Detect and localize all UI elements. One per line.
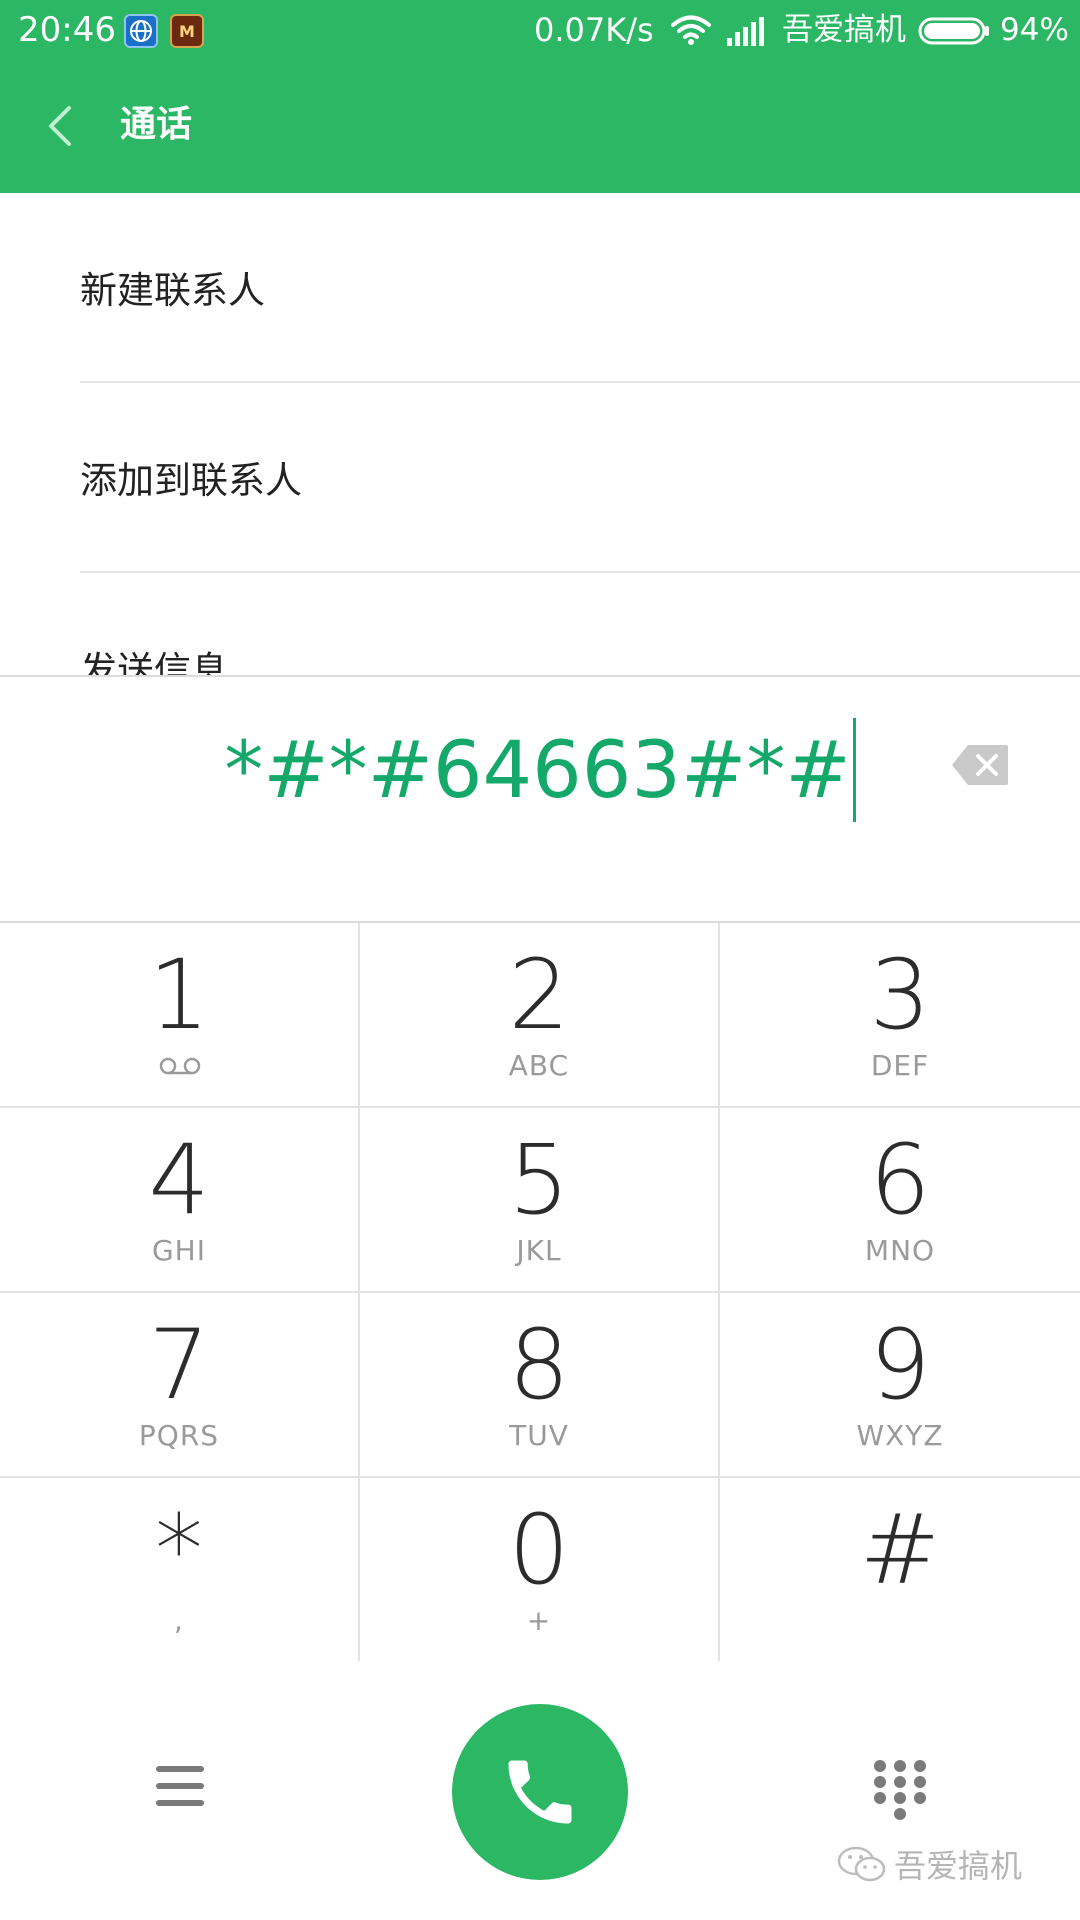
phone-icon (508, 1760, 572, 1824)
key-digit: 6 (869, 1124, 931, 1236)
key-letters: ABC (508, 1049, 570, 1082)
key-4[interactable]: 4 GHI (0, 1108, 360, 1293)
battery-icon (918, 17, 989, 45)
key-letters: WXYZ (856, 1419, 944, 1452)
dialpad-icon[interactable] (872, 1759, 928, 1821)
battery-percent: 94% (1000, 12, 1069, 48)
key-hash[interactable]: # (720, 1478, 1080, 1663)
key-6[interactable]: 6 MNO (720, 1108, 1080, 1293)
key-letters: GHI (151, 1234, 206, 1267)
key-letters: PQRS (138, 1419, 220, 1452)
text-cursor (852, 717, 856, 822)
call-button[interactable] (452, 1704, 628, 1880)
menu-icon[interactable] (154, 1763, 206, 1809)
bottom-bar: 吾爱搞机 (0, 1661, 1080, 1920)
option-new-contact[interactable]: 新建联系人 (80, 193, 1080, 381)
key-letters: DEF (870, 1049, 930, 1082)
status-bar: 20:46 M 0.07K/s 吾爱搞机 94% (0, 0, 1080, 60)
watermark: 吾爱搞机 (836, 1841, 1022, 1887)
carrier-name: 吾爱搞机 (782, 12, 906, 48)
keypad: 1 2 ABC 3 DEF 4 GHI 5 JKL 6 MNO 7 PQRS 8… (0, 921, 1080, 1663)
game-app-icon: M (170, 14, 204, 48)
key-digit: * (155, 1494, 203, 1606)
key-digit: 7 (148, 1309, 210, 1421)
page-title: 通话 (120, 104, 193, 145)
key-star[interactable]: * , (0, 1478, 360, 1663)
backspace-icon[interactable] (950, 743, 1010, 787)
key-letters: MNO (864, 1234, 936, 1267)
network-speed: 0.07K/s (534, 11, 654, 49)
key-digit: # (859, 1494, 941, 1606)
key-7[interactable]: 7 PQRS (0, 1293, 360, 1478)
signal-icon (727, 17, 764, 46)
key-digit: 3 (869, 939, 931, 1051)
key-5[interactable]: 5 JKL (360, 1108, 720, 1293)
wechat-icon (837, 1846, 886, 1882)
key-digit: 8 (508, 1309, 570, 1421)
key-digit: 2 (508, 939, 570, 1051)
key-0[interactable]: 0 + (360, 1478, 720, 1663)
options-list: 新建联系人 添加到联系人 发送信息 (0, 193, 1080, 675)
chevron-left-icon (49, 106, 71, 146)
key-8[interactable]: 8 TUV (360, 1293, 720, 1478)
watermark-text: 吾爱搞机 (894, 1847, 1023, 1885)
key-digit: 1 (148, 939, 210, 1051)
header: 20:46 M 0.07K/s 吾爱搞机 94% 通话 (0, 0, 1080, 193)
key-digit: 9 (869, 1309, 931, 1421)
dialed-number: *#*#64663#*# (224, 726, 851, 816)
key-letters: , (174, 1604, 184, 1637)
action-bar: 通话 (0, 60, 1080, 193)
key-1[interactable]: 1 (0, 923, 360, 1108)
key-letters: JKL (516, 1234, 562, 1267)
number-display: *#*#64663#*# (0, 675, 1080, 921)
option-send-message[interactable]: 发送信息 (80, 573, 1080, 675)
key-letters: + (526, 1604, 552, 1637)
wifi-icon (671, 15, 711, 45)
key-9[interactable]: 9 WXYZ (720, 1293, 1080, 1478)
key-digit: 4 (148, 1124, 210, 1236)
key-3[interactable]: 3 DEF (720, 923, 1080, 1108)
key-2[interactable]: 2 ABC (360, 923, 720, 1108)
dialed-number-field[interactable]: *#*#64663#*# (0, 717, 1080, 828)
status-time: 20:46 (18, 10, 116, 50)
back-button[interactable] (30, 96, 90, 156)
browser-app-icon (124, 14, 158, 48)
key-letters: TUV (509, 1419, 569, 1452)
voicemail-icon (159, 1057, 201, 1075)
key-digit: 0 (508, 1494, 570, 1606)
key-digit: 5 (508, 1124, 570, 1236)
option-add-to-contact[interactable]: 添加到联系人 (80, 383, 1080, 571)
